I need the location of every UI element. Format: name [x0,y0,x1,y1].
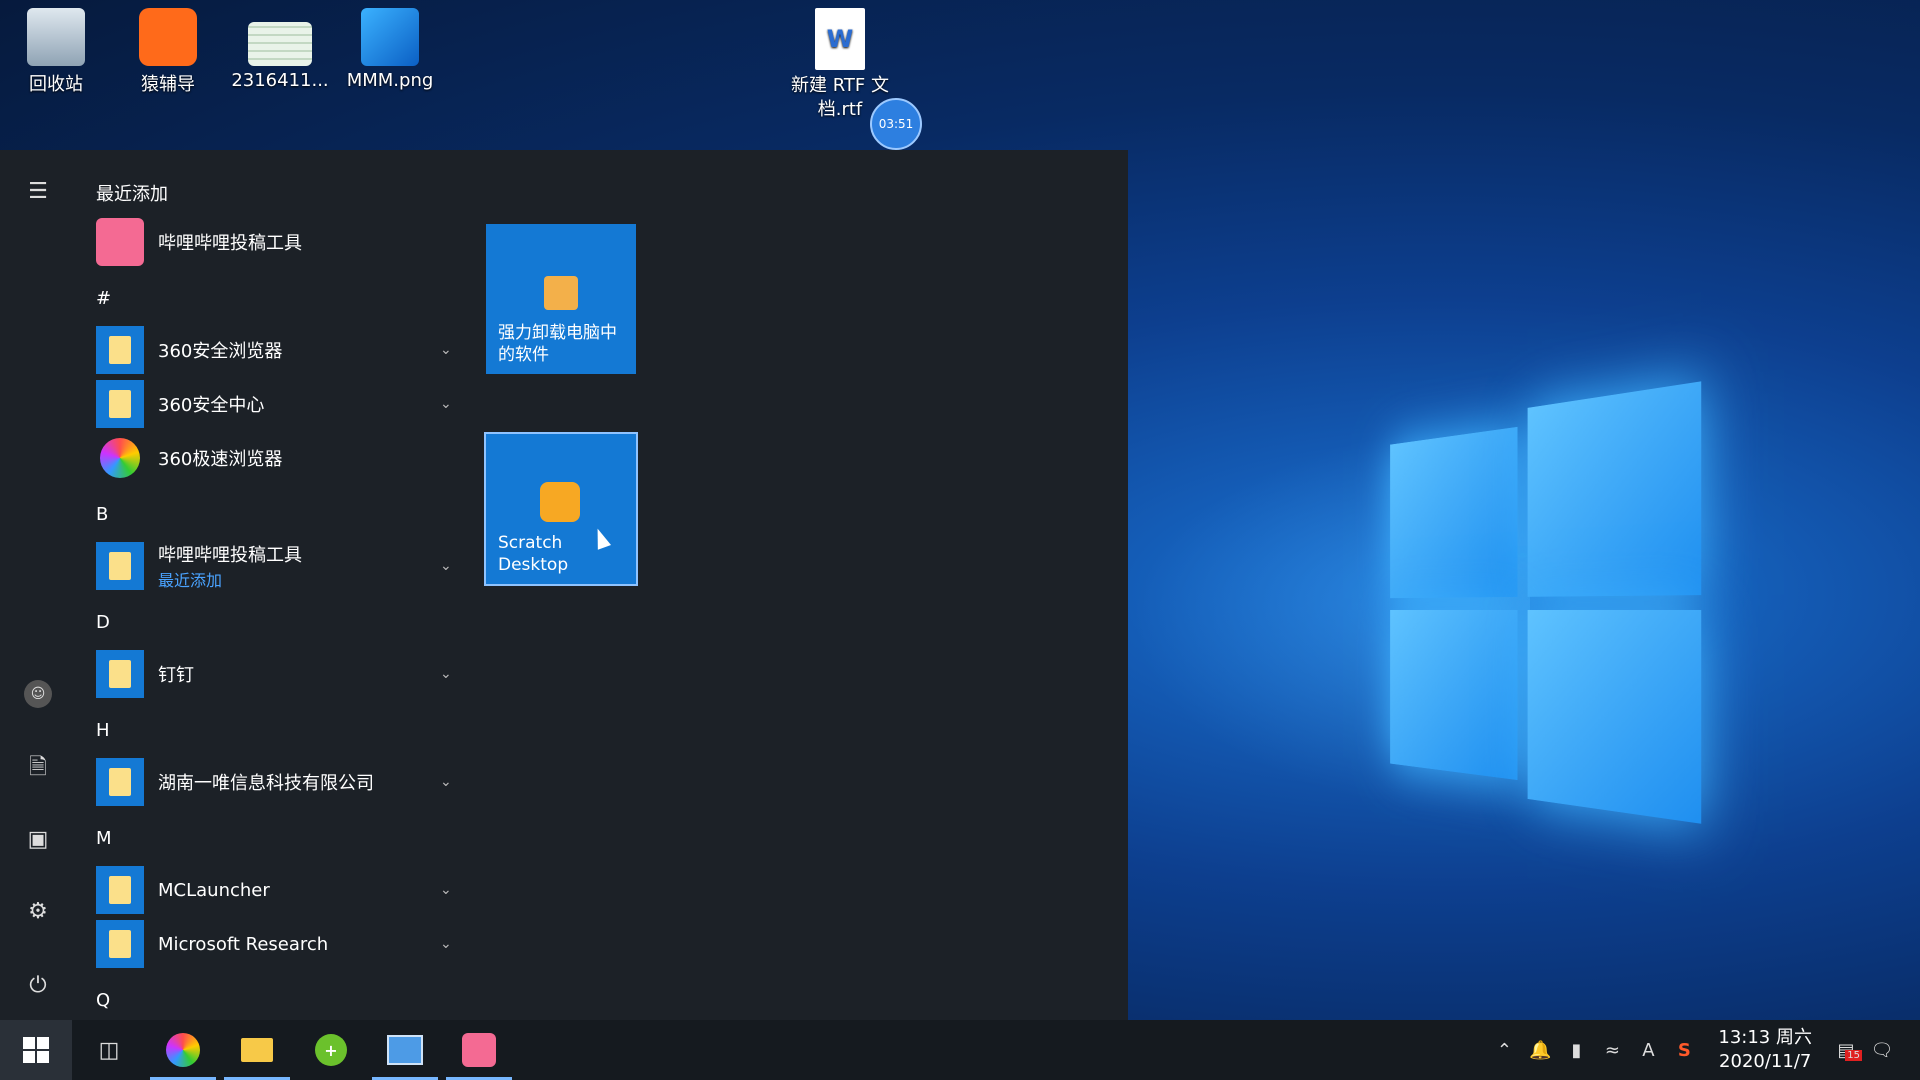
windows-start-icon [23,1037,49,1063]
windows-wallpaper-logo [1390,381,1710,824]
bilibili-icon [96,218,144,266]
mouse-cursor-icon [591,526,611,550]
chevron-down-icon[interactable]: ⌄ [440,774,456,790]
folder-icon [109,552,131,580]
sogou-ime-icon[interactable]: S [1666,1040,1702,1061]
start-menu: ☰ ☺ 🗎 ▣ ⚙ ⏻ 最近添加 哔哩哔哩投稿工具 # 360安全浏览器 ⌄ 3… [0,150,1128,1020]
section-d: D [96,612,110,633]
scratch-icon [540,482,580,522]
spreadsheet-thumbnail-icon [248,22,312,66]
app-item-360-security[interactable]: 360安全中心 ⌄ [96,380,456,428]
settings-gear-icon[interactable]: ⚙ [24,898,52,926]
app-item-360-speed-browser[interactable]: 360极速浏览器 [96,434,456,482]
yuanfudao-icon [139,8,197,66]
desktop-icon-spreadsheet[interactable]: 2316411... [230,0,330,91]
action-center-icon[interactable]: 🗨 [1864,1040,1900,1061]
app-item-360-browser[interactable]: 360安全浏览器 ⌄ [96,326,456,374]
recycle-bin-icon [27,8,85,66]
system-tray: ⌃ 🔔 ▮ ≈ A S 13:13 周六 2020/11/7 ▤ 15 🗨 [1486,1020,1920,1080]
battery-icon[interactable]: ▮ [1558,1040,1594,1061]
notes-icon[interactable]: ▤ 15 [1828,1040,1864,1061]
360-speed-browser-icon [100,438,140,478]
chevron-up-icon[interactable]: ⌃ [1486,1040,1522,1061]
taskbar-360-security[interactable]: + [294,1020,368,1080]
desktop-icon-recycle-bin[interactable]: 回收站 [6,0,106,96]
app-item-bilibili-folder[interactable]: 哔哩哔哩投稿工具 最近添加 ⌄ [96,542,456,590]
user-account-icon[interactable]: ☺ [24,680,52,708]
chevron-down-icon[interactable]: ⌄ [440,342,456,358]
folder-icon [109,660,131,688]
hamburger-menu-icon[interactable]: ☰ [24,178,52,206]
task-view-button[interactable]: ◫ [72,1020,146,1080]
recent-header: 最近添加 [96,184,168,205]
folder-icon [109,930,131,958]
folder-icon [109,768,131,796]
pictures-icon[interactable]: ▣ [24,826,52,854]
power-icon[interactable]: ⏻ [24,972,52,1000]
chevron-down-icon[interactable]: ⌄ [440,666,456,682]
taskbar-360-speed-browser[interactable] [146,1020,220,1080]
control-panel-icon [387,1035,423,1065]
360-speed-browser-icon [166,1033,200,1067]
bilibili-icon [462,1033,496,1067]
section-q: Q [96,990,111,1011]
taskbar-control-panel[interactable] [368,1020,442,1080]
desktop-icon-rtf-document[interactable]: W 新建 RTF 文 档.rtf [788,0,892,122]
tile-uninstaller[interactable]: 强力卸载电脑中 的软件 [486,224,636,374]
tile-scratch-desktop[interactable]: Scratch Desktop [484,432,638,586]
chevron-down-icon[interactable]: ⌄ [440,936,456,952]
start-menu-rail: ☰ ☺ 🗎 ▣ ⚙ ⏻ [0,150,76,1020]
uninstaller-icon [544,276,578,310]
chevron-down-icon[interactable]: ⌄ [440,558,456,574]
taskbar: ◫ + ⌃ 🔔 ▮ ≈ A S 13:13 周六 2020/11/7 ▤ 15 … [0,1020,1920,1080]
app-item-hunan-company[interactable]: 湖南一唯信息科技有限公司 ⌄ [96,758,456,806]
folder-icon [241,1038,273,1062]
folder-icon [109,336,131,364]
section-m: M [96,828,112,849]
start-button[interactable] [0,1020,72,1080]
desktop-icon-yuanfudao[interactable]: 猿辅导 [118,0,218,96]
section-hash: # [96,288,112,309]
app-item-mclauncher[interactable]: MCLauncher ⌄ [96,866,456,914]
folder-icon [109,876,131,904]
timer-badge: 03:51 [870,98,922,150]
chevron-down-icon[interactable]: ⌄ [440,396,456,412]
bell-icon[interactable]: 🔔 [1522,1040,1558,1061]
ime-indicator[interactable]: A [1630,1040,1666,1061]
documents-icon[interactable]: 🗎 [24,754,52,782]
recent-item-bilibili[interactable]: 哔哩哔哩投稿工具 [96,218,456,266]
image-thumbnail-icon [361,8,419,66]
360-security-icon: + [315,1034,347,1066]
taskbar-file-explorer[interactable] [220,1020,294,1080]
notification-count-badge: 15 [1845,1049,1862,1061]
chevron-down-icon[interactable]: ⌄ [440,882,456,898]
section-b: B [96,504,109,525]
clock[interactable]: 13:13 周六 2020/11/7 [1718,1026,1812,1074]
word-document-icon: W [815,8,865,70]
wifi-icon[interactable]: ≈ [1594,1040,1630,1061]
task-view-icon: ◫ [98,1037,120,1063]
folder-icon [109,390,131,418]
app-item-microsoft-research[interactable]: Microsoft Research ⌄ [96,920,456,968]
app-item-dingtalk[interactable]: 钉钉 ⌄ [96,650,456,698]
desktop-icon-mmm-png[interactable]: MMM.png [340,0,440,91]
section-h: H [96,720,110,741]
taskbar-bilibili[interactable] [442,1020,516,1080]
